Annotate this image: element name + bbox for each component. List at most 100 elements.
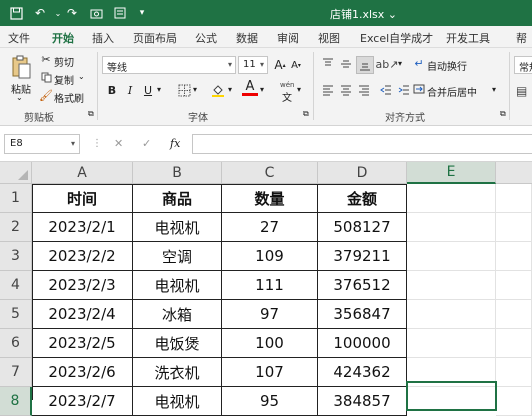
italic-button[interactable]: I [122, 82, 138, 98]
column-header-b[interactable]: B [133, 162, 222, 184]
cancel-icon[interactable]: ✕ [114, 137, 123, 150]
select-all-button[interactable] [0, 162, 32, 184]
redo-icon[interactable]: ↷ [64, 5, 80, 21]
tab-help[interactable]: 帮 [516, 30, 527, 46]
tab-file[interactable]: 文件 [8, 30, 30, 46]
row-header-6[interactable]: 6 [0, 329, 32, 358]
table-cell[interactable]: 空调 [133, 242, 222, 271]
table-header-cell[interactable]: 时间 [32, 184, 133, 213]
table-cell[interactable]: 508127 [318, 213, 407, 242]
table-cell[interactable]: 100 [222, 329, 318, 358]
table-cell[interactable]: 384857 [318, 387, 407, 416]
table-cell[interactable]: 2023/2/2 [32, 242, 133, 271]
align-right-icon[interactable] [356, 82, 372, 98]
undo-icon[interactable]: ↶ [32, 5, 48, 21]
tab-insert[interactable]: 插入 [92, 30, 114, 46]
underline-dropdown-icon[interactable]: ▾ [157, 85, 161, 94]
align-middle-icon[interactable] [338, 56, 354, 72]
font-color-dropdown-icon[interactable]: ▾ [260, 85, 264, 94]
align-left-icon[interactable] [320, 82, 336, 98]
save-icon[interactable] [8, 5, 24, 21]
empty-cell[interactable] [496, 358, 532, 387]
orientation-icon[interactable]: ab↗ [376, 56, 399, 72]
active-cell-e8[interactable] [406, 381, 497, 411]
align-top-icon[interactable] [320, 56, 336, 72]
phonetic-dropdown-icon[interactable]: ▾ [297, 85, 301, 94]
tab-page-layout[interactable]: 页面布局 [133, 30, 177, 46]
row-header-1[interactable]: 1 [0, 184, 32, 213]
merge-center-button[interactable]: 合并后居中 [427, 84, 477, 99]
column-header-f[interactable] [496, 162, 532, 184]
empty-cell[interactable] [407, 329, 496, 358]
table-cell[interactable]: 2023/2/5 [32, 329, 133, 358]
increase-font-icon[interactable]: A ▴ [272, 57, 288, 73]
align-bottom-icon[interactable] [356, 56, 374, 74]
tab-excel-self-study[interactable]: Excel自学成才 [360, 30, 433, 46]
table-cell[interactable]: 2023/2/7 [32, 387, 133, 416]
row-header-4[interactable]: 4 [0, 271, 32, 300]
row-header-8[interactable]: 8 [0, 387, 32, 416]
cut-button[interactable]: 剪切 [54, 54, 74, 69]
number-format-dropdown[interactable]: 常规 [514, 56, 532, 74]
table-cell[interactable]: 电视机 [133, 271, 222, 300]
table-cell[interactable]: 376512 [318, 271, 407, 300]
clipboard-launcher-icon[interactable]: ⧉ [88, 109, 94, 119]
formula-input[interactable] [192, 134, 532, 154]
decrease-font-icon[interactable]: A ▾ [288, 57, 304, 73]
empty-cell[interactable] [496, 329, 532, 358]
table-cell[interactable]: 95 [222, 387, 318, 416]
paste-dropdown-icon[interactable]: ⌄ [16, 93, 23, 102]
tab-home[interactable]: 开始 [52, 30, 74, 51]
align-center-icon[interactable] [338, 82, 354, 98]
fill-color-dropdown-icon[interactable]: ▾ [228, 85, 232, 94]
decrease-indent-icon[interactable] [378, 82, 394, 98]
font-launcher-icon[interactable]: ⧉ [303, 109, 309, 119]
format-painter-button[interactable]: 格式刷 [54, 90, 84, 105]
row-header-7[interactable]: 7 [0, 358, 32, 387]
table-cell[interactable]: 2023/2/3 [32, 271, 133, 300]
table-cell[interactable]: 109 [222, 242, 318, 271]
customize-qat-icon[interactable]: ▾ [134, 5, 150, 21]
paste-icon[interactable] [10, 54, 32, 80]
accounting-format-icon[interactable]: ▤ [516, 84, 527, 98]
form-icon[interactable] [112, 5, 128, 21]
underline-button[interactable]: U [140, 82, 156, 98]
tab-view[interactable]: 视图 [318, 30, 340, 46]
wrap-text-button[interactable]: 自动换行 [427, 58, 467, 73]
empty-cell[interactable] [496, 213, 532, 242]
copy-button[interactable]: 复制 [54, 72, 74, 87]
tab-data[interactable]: 数据 [236, 30, 258, 46]
empty-cell[interactable] [407, 184, 496, 213]
borders-icon[interactable] [176, 82, 192, 98]
enter-icon[interactable]: ✓ [142, 137, 151, 150]
table-header-cell[interactable]: 商品 [133, 184, 222, 213]
table-cell[interactable]: 97 [222, 300, 318, 329]
table-cell[interactable]: 2023/2/6 [32, 358, 133, 387]
phonetic-guide-button[interactable]: wén [280, 81, 294, 89]
table-cell[interactable]: 2023/2/1 [32, 213, 133, 242]
empty-cell[interactable] [496, 300, 532, 329]
alignment-launcher-icon[interactable]: ⧉ [500, 109, 506, 119]
tab-developer[interactable]: 开发工具 [446, 30, 490, 46]
column-header-c[interactable]: C [222, 162, 318, 184]
formula-bar-resize-icon[interactable]: ⋮ [92, 138, 102, 149]
borders-dropdown-icon[interactable]: ▾ [193, 85, 197, 94]
table-cell[interactable]: 冰箱 [133, 300, 222, 329]
insert-function-icon[interactable]: fx [170, 137, 180, 150]
table-header-cell[interactable]: 数量 [222, 184, 318, 213]
font-color-button[interactable]: A [242, 79, 258, 96]
table-cell[interactable]: 27 [222, 213, 318, 242]
table-cell[interactable]: 424362 [318, 358, 407, 387]
font-name-dropdown[interactable]: 等线 ▾ [102, 56, 236, 74]
table-cell[interactable]: 356847 [318, 300, 407, 329]
empty-cell[interactable] [407, 242, 496, 271]
empty-cell[interactable] [496, 387, 532, 416]
tab-formulas[interactable]: 公式 [195, 30, 217, 46]
empty-cell[interactable] [407, 213, 496, 242]
table-cell[interactable]: 电视机 [133, 213, 222, 242]
empty-cell[interactable] [407, 300, 496, 329]
table-cell[interactable]: 107 [222, 358, 318, 387]
window-title[interactable]: 店铺1.xlsx ⌄ [330, 6, 397, 22]
column-header-a[interactable]: A [32, 162, 133, 184]
column-header-e[interactable]: E [407, 162, 496, 184]
